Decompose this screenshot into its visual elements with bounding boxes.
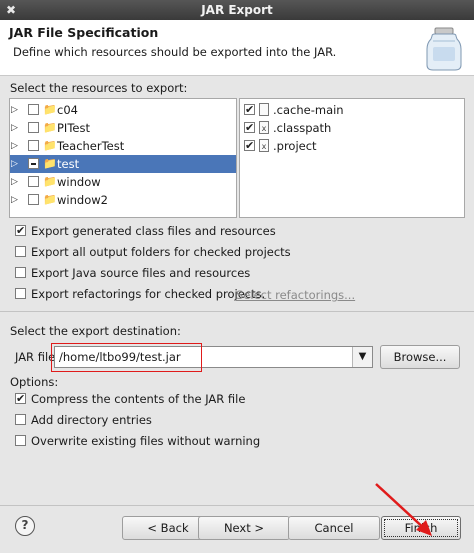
file-label: .project [273, 139, 317, 153]
list-item[interactable]: x .classpath [240, 119, 464, 137]
jar-icon [426, 27, 462, 71]
text-file-icon: x [259, 121, 269, 134]
cancel-button[interactable]: Cancel [288, 516, 380, 540]
title-bar: ✖ JAR Export [0, 0, 474, 20]
wizard-header: JAR File Specification Define which reso… [0, 20, 474, 76]
expand-triangle-icon[interactable]: ▷ [11, 173, 21, 191]
java-project-icon: 📁 [43, 193, 57, 206]
page-description: Define which resources should be exporte… [13, 45, 337, 59]
resources-label: Select the resources to export: [10, 81, 188, 95]
checkbox[interactable] [15, 390, 26, 408]
expand-triangle-icon[interactable]: ▷ [11, 101, 21, 119]
tree-item-label: TeacherTest [57, 139, 125, 153]
tree-checkbox[interactable] [28, 122, 39, 133]
file-checkbox[interactable] [244, 101, 255, 119]
separator [0, 505, 474, 506]
checkbox[interactable] [15, 288, 26, 299]
tree-item-teachertest[interactable]: ▷ 📁 TeacherTest [10, 137, 236, 155]
tree-item-window2[interactable]: ▷ 📁 window2 [10, 191, 236, 209]
option-label: Overwrite existing files without warning [31, 434, 261, 448]
checkbox[interactable] [15, 222, 26, 240]
file-checkbox[interactable] [244, 119, 255, 137]
jar-file-combo[interactable]: /home/ltbo99/test.jar ▼ [54, 346, 373, 368]
text-file-icon [259, 103, 269, 116]
tree-checkbox[interactable] [28, 158, 39, 169]
jar-file-input[interactable]: /home/ltbo99/test.jar [59, 350, 181, 364]
page-title: JAR File Specification [9, 25, 159, 40]
java-project-icon: 📁 [43, 175, 57, 188]
option-label: Add directory entries [31, 413, 152, 427]
tree-item-label: PITest [57, 121, 90, 135]
file-label: .cache-main [273, 103, 344, 117]
text-file-icon: x [259, 139, 269, 152]
checkbox[interactable] [15, 414, 26, 425]
expand-triangle-icon[interactable]: ▷ [11, 119, 21, 137]
tree-checkbox[interactable] [28, 104, 39, 115]
list-item[interactable]: x .project [240, 137, 464, 155]
java-project-icon: 📁 [43, 103, 57, 116]
java-project-icon: 📁 [43, 139, 57, 152]
project-tree[interactable]: ▷ 📁 c04 ▷ 📁 PITest ▷ 📁 TeacherTest ▷ 📁 t… [9, 98, 237, 218]
file-checkbox[interactable] [244, 137, 255, 155]
tree-item-pitest[interactable]: ▷ 📁 PITest [10, 119, 236, 137]
tree-item-label: c04 [57, 103, 78, 117]
java-project-icon: 📁 [43, 157, 57, 170]
finish-button[interactable]: Finish [381, 516, 461, 540]
checkbox[interactable] [15, 267, 26, 278]
chevron-down-icon[interactable]: ▼ [352, 347, 372, 367]
option-label: Compress the contents of the JAR file [31, 392, 246, 406]
expand-triangle-icon[interactable]: ▷ [11, 155, 21, 173]
file-label: .classpath [273, 121, 332, 135]
option-label: Export generated class files and resourc… [31, 224, 276, 238]
file-list[interactable]: .cache-main x .classpath x .project [239, 98, 465, 218]
destination-label: Select the export destination: [10, 324, 181, 338]
tree-checkbox[interactable] [28, 140, 39, 151]
jar-file-label: JAR file: [15, 350, 60, 364]
tree-item-label: window2 [57, 193, 108, 207]
tree-item-c04[interactable]: ▷ 📁 c04 [10, 101, 236, 119]
help-icon[interactable]: ? [15, 516, 35, 536]
expand-triangle-icon[interactable]: ▷ [11, 137, 21, 155]
option-label: Export Java source files and resources [31, 266, 251, 280]
tree-checkbox[interactable] [28, 194, 39, 205]
separator [0, 311, 474, 312]
select-refactorings-link[interactable]: Select refactorings... [236, 288, 355, 302]
tree-item-label: window [57, 175, 101, 189]
tree-item-test[interactable]: ▷ 📁 test [10, 155, 236, 173]
option-label: Export refactorings for checked projects… [31, 287, 266, 301]
list-item[interactable]: .cache-main [240, 101, 464, 119]
java-project-icon: 📁 [43, 121, 57, 134]
tree-item-window[interactable]: ▷ 📁 window [10, 173, 236, 191]
option-label: Export all output folders for checked pr… [31, 245, 291, 259]
options-label: Options: [10, 375, 59, 389]
next-button[interactable]: Next > [198, 516, 290, 540]
tree-item-label: test [57, 157, 80, 171]
tree-checkbox[interactable] [28, 176, 39, 187]
window-title: JAR Export [201, 3, 273, 17]
expand-triangle-icon[interactable]: ▷ [11, 191, 21, 209]
checkbox[interactable] [15, 246, 26, 257]
browse-button[interactable]: Browse... [380, 345, 460, 369]
checkbox[interactable] [15, 435, 26, 446]
